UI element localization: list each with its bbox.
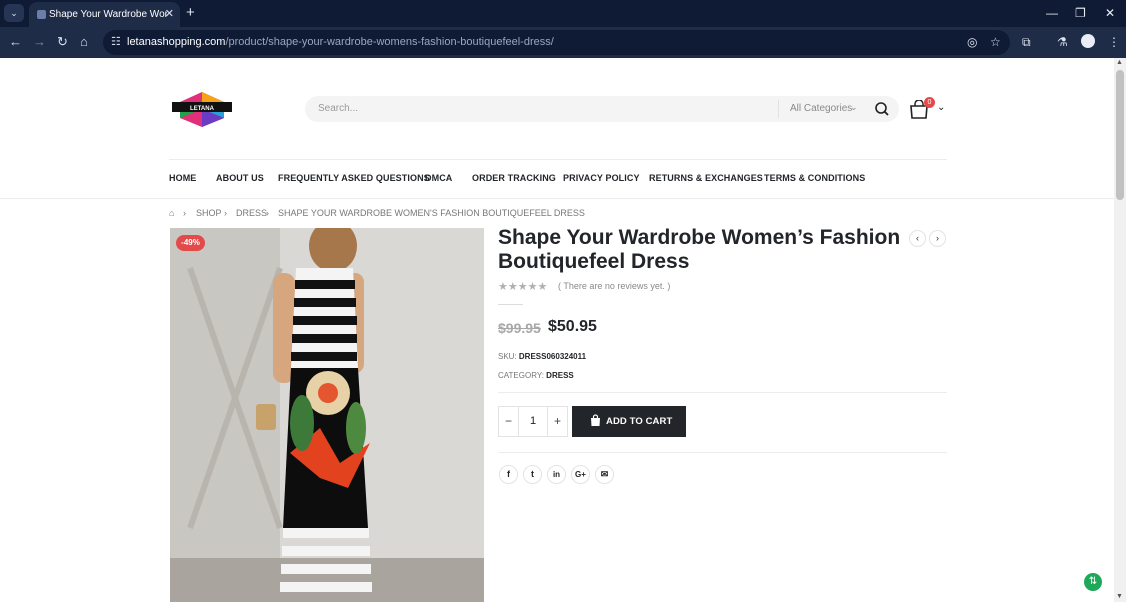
nav-item-home[interactable]: HOME bbox=[169, 173, 196, 183]
bookmark-star-icon[interactable]: ☆ bbox=[990, 35, 1001, 50]
browser-toolbar: ← → ↻ ⌂ ☷ letanashopping.com/product/sha… bbox=[0, 27, 1126, 58]
quantity-minus-button[interactable]: − bbox=[499, 407, 519, 436]
logo-text: LETANA bbox=[190, 106, 215, 112]
old-price: $99.95 bbox=[498, 320, 541, 336]
search-divider bbox=[778, 100, 779, 118]
nav-item-returns[interactable]: RETURNS & EXCHANGES bbox=[649, 173, 763, 183]
nav-item-order-tracking[interactable]: ORDER TRACKING bbox=[472, 173, 556, 183]
breadcrumb-category[interactable]: DRESS bbox=[236, 208, 267, 218]
add-to-cart-button[interactable]: ADD TO CART bbox=[572, 406, 686, 437]
cart-divider bbox=[498, 452, 947, 453]
browser-menu-icon[interactable]: ⋮ bbox=[1108, 34, 1120, 50]
category-link[interactable]: DRESS bbox=[546, 371, 574, 380]
cart-count-badge: 0 bbox=[924, 97, 935, 108]
linkedin-share-icon[interactable]: in bbox=[547, 465, 566, 484]
sku-line: SKU: DRESS060324011 bbox=[498, 352, 586, 361]
home-icon[interactable]: ⌂ bbox=[80, 34, 88, 50]
breadcrumb-separator: › bbox=[183, 208, 186, 218]
sku-label: SKU: bbox=[498, 352, 517, 361]
sale-badge: -49% bbox=[176, 235, 205, 251]
title-divider bbox=[498, 304, 523, 305]
browser-tab-bar: ⌄ Shape Your Wardrobe Women's Fashion Bo… bbox=[0, 0, 1126, 27]
google-plus-share-icon[interactable]: G+ bbox=[571, 465, 590, 484]
url-text[interactable]: letanashopping.com/product/shape-your-wa… bbox=[127, 36, 554, 48]
nav-item-privacy-policy[interactable]: PRIVACY POLICY bbox=[563, 173, 640, 183]
prev-product-icon[interactable]: ‹ bbox=[909, 230, 926, 247]
page-scrollbar[interactable]: ▲ ▼ bbox=[1114, 58, 1126, 602]
category-select[interactable]: All Categories bbox=[790, 103, 852, 114]
minimize-icon[interactable]: — bbox=[1046, 5, 1058, 21]
shopping-bag-icon bbox=[591, 414, 600, 426]
tab-title: Shape Your Wardrobe Women's Fashion Bout… bbox=[49, 9, 167, 20]
close-window-icon[interactable]: ✕ bbox=[1105, 5, 1115, 21]
browser-tab[interactable]: Shape Your Wardrobe Women's Fashion Bout… bbox=[29, 2, 180, 27]
facebook-share-icon[interactable]: f bbox=[499, 465, 518, 484]
breadcrumb-current: SHAPE YOUR WARDROBE WOMEN'S FASHION BOUT… bbox=[278, 208, 585, 218]
web-page: LETANA Search... All Categories ⌄ 0 ⌄ HO… bbox=[0, 58, 1114, 602]
labs-flask-icon[interactable]: ⚗ bbox=[1057, 34, 1068, 50]
address-bar[interactable]: ☷ letanashopping.com/product/shape-your-… bbox=[103, 30, 1010, 55]
url-path: /product/shape-your-wardrobe-womens-fash… bbox=[225, 36, 554, 48]
sale-price: $50.95 bbox=[548, 318, 597, 335]
breadcrumb-separator: › bbox=[224, 208, 227, 218]
scrollbar-thumb[interactable] bbox=[1116, 70, 1124, 200]
quantity-plus-button[interactable]: + bbox=[547, 407, 567, 436]
nav-item-terms[interactable]: TERMS & CONDITIONS bbox=[764, 173, 865, 183]
eye-off-icon[interactable]: ◎ bbox=[967, 35, 977, 50]
url-host: letanashopping.com bbox=[127, 36, 226, 48]
nav-item-dmca[interactable]: DMCA bbox=[425, 173, 452, 183]
quantity-input[interactable]: 1 bbox=[519, 407, 547, 436]
cart-chevron-down-icon[interactable]: ⌄ bbox=[937, 102, 945, 113]
quantity-stepper: − 1 + bbox=[498, 406, 568, 437]
search-icon[interactable] bbox=[872, 100, 892, 118]
nav-divider bbox=[0, 198, 1114, 199]
search-bar: Search... All Categories ⌄ bbox=[305, 96, 899, 122]
meta-divider bbox=[498, 392, 947, 393]
scroll-down-icon[interactable]: ▼ bbox=[1116, 593, 1123, 600]
header-divider bbox=[169, 159, 947, 160]
scroll-up-icon[interactable]: ▲ bbox=[1116, 59, 1123, 66]
next-product-icon[interactable]: › bbox=[929, 230, 946, 247]
product-title: Shape Your Wardrobe Women’s Fashion Bout… bbox=[498, 226, 901, 273]
category-line: CATEGORY: DRESS bbox=[498, 371, 574, 380]
sku-value: DRESS060324011 bbox=[518, 352, 587, 361]
chevron-down-icon[interactable]: ⌄ bbox=[850, 102, 858, 113]
nav-item-faq[interactable]: FREQUENTLY ASKED QUESTIONS bbox=[278, 173, 430, 183]
twitter-share-icon[interactable]: t bbox=[523, 465, 542, 484]
reload-icon[interactable]: ↻ bbox=[57, 34, 68, 50]
tab-favicon-icon bbox=[37, 10, 46, 19]
new-tab-button[interactable]: + bbox=[186, 4, 195, 22]
product-image[interactable] bbox=[170, 228, 484, 602]
tab-search-button[interactable]: ⌄ bbox=[4, 4, 24, 22]
add-to-cart-label: ADD TO CART bbox=[606, 416, 673, 427]
site-info-icon[interactable]: ☷ bbox=[111, 35, 121, 48]
nav-item-about[interactable]: ABOUT US bbox=[216, 173, 264, 183]
back-icon[interactable]: ← bbox=[9, 34, 22, 50]
profile-avatar-icon[interactable] bbox=[1081, 34, 1095, 48]
rating-stars: ★★★★★ bbox=[498, 281, 548, 293]
floating-chat-icon[interactable]: ⇅ bbox=[1084, 573, 1102, 591]
breadcrumb-home-icon[interactable]: ⌂ bbox=[169, 208, 174, 218]
category-label: CATEGORY: bbox=[498, 371, 544, 380]
search-input[interactable]: Search... bbox=[318, 103, 358, 114]
breadcrumb-separator: › bbox=[266, 208, 269, 218]
extensions-icon[interactable]: ⧉ bbox=[1022, 34, 1031, 50]
forward-icon[interactable]: → bbox=[33, 34, 46, 50]
reviews-link[interactable]: ( There are no reviews yet. ) bbox=[558, 281, 670, 291]
restore-icon[interactable]: ❐ bbox=[1075, 5, 1086, 21]
email-share-icon[interactable]: ✉ bbox=[595, 465, 614, 484]
tab-close-icon[interactable]: ✕ bbox=[165, 7, 174, 21]
site-logo[interactable]: LETANA bbox=[172, 90, 232, 128]
breadcrumb-shop[interactable]: SHOP bbox=[196, 208, 222, 218]
